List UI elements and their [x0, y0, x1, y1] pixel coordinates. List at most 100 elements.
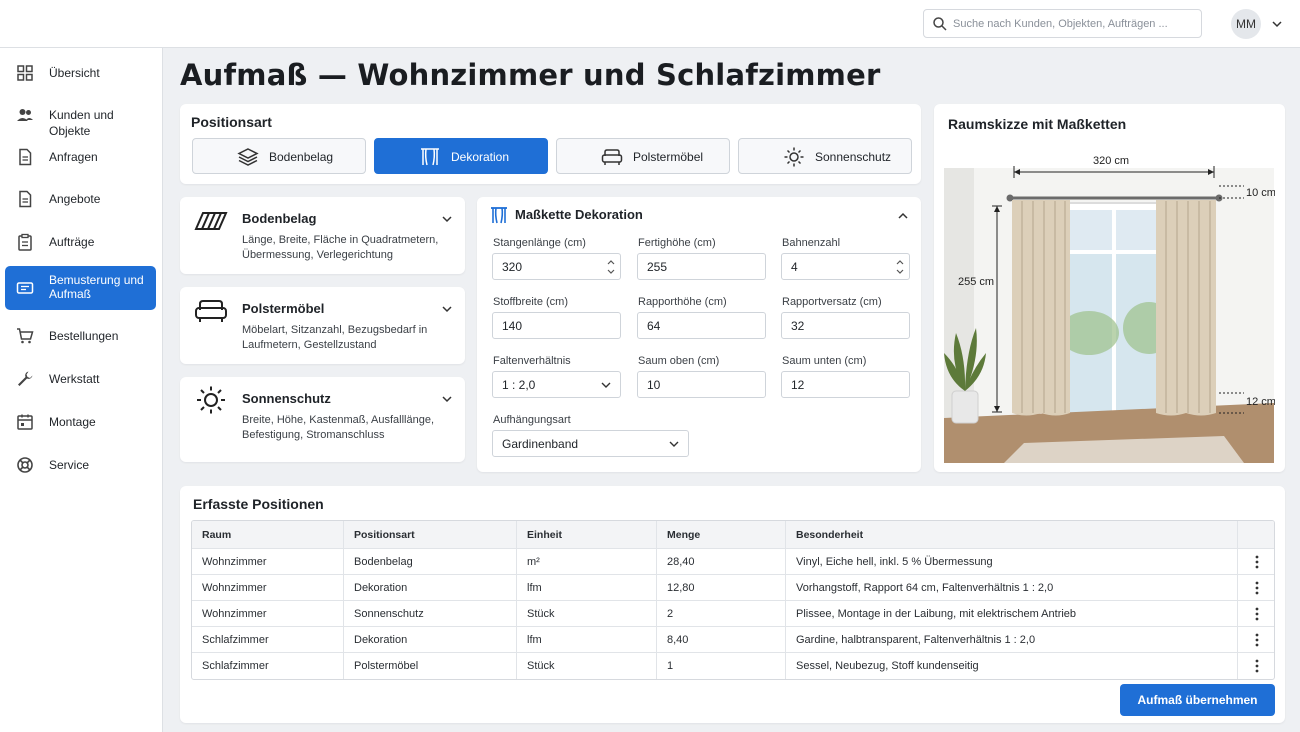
- search-input[interactable]: [953, 15, 1193, 33]
- sidebar-item-label: Bemusterung und Aufmaß: [49, 273, 144, 301]
- field-label: Stoffbreite (cm): [493, 296, 568, 308]
- table-cell: Schlafzimmer: [192, 653, 344, 679]
- plant-pot: [951, 390, 979, 424]
- category-title: Sonnenschutz: [242, 391, 331, 406]
- column-header[interactable]: Einheit: [517, 521, 657, 548]
- field-value: 32: [791, 319, 805, 333]
- grid-icon: [17, 65, 33, 81]
- dim-top-label: 10 cm: [1246, 187, 1275, 199]
- chevron-down-icon[interactable]: [440, 212, 454, 226]
- sidebar-item-uebersicht[interactable]: Übersicht: [5, 52, 156, 94]
- sun-icon: [784, 147, 804, 167]
- floor-icon: [194, 212, 228, 230]
- sidebar-item-auftraege[interactable]: Aufträge: [5, 221, 156, 263]
- field-value: 320: [502, 260, 523, 274]
- sidebar-item-label: Aufträge: [49, 235, 95, 249]
- sidebar-item-bemusterung[interactable]: Bemusterung und Aufmaß: [5, 266, 156, 310]
- category-sonnenschutz[interactable]: Sonnenschutz Breite, Höhe, Kastenmaß, Au…: [180, 377, 465, 462]
- sofa-icon: [601, 149, 623, 165]
- category-title: Bodenbelag: [242, 211, 317, 226]
- stoffbreite-input[interactable]: 140: [492, 312, 621, 339]
- sidebar-item-anfragen[interactable]: Anfragen: [5, 136, 156, 178]
- kebab-menu-icon: [1255, 581, 1259, 595]
- table-cell: 12,80: [657, 575, 786, 600]
- table-cell: 28,40: [657, 549, 786, 574]
- row-menu-button[interactable]: [1238, 549, 1274, 574]
- sidebar-item-angebote[interactable]: Angebote: [5, 178, 156, 220]
- positionsart-polstermoebel-button[interactable]: Polstermöbel: [556, 138, 730, 174]
- raumskizze-panel: Raumskizze mit Maßketten 320 cm 255 cm 1…: [934, 104, 1285, 472]
- sidebar-item-werkstatt[interactable]: Werkstatt: [5, 358, 156, 400]
- table-row[interactable]: Wohnzimmer Bodenbelag m² 28,40 Vinyl, Ei…: [192, 549, 1274, 575]
- table-cell: lfm: [517, 627, 657, 652]
- row-menu-button[interactable]: [1238, 627, 1274, 652]
- table-row[interactable]: Wohnzimmer Dekoration lfm 12,80 Vorhangs…: [192, 575, 1274, 601]
- aufhaengungsart-select[interactable]: Gardinenband: [492, 430, 689, 457]
- chevron-down-icon[interactable]: [440, 302, 454, 316]
- table-cell: Schlafzimmer: [192, 627, 344, 652]
- category-polstermoebel[interactable]: Polstermöbel Möbelart, Sitzanzahl, Bezug…: [180, 287, 465, 364]
- faltenverhaeltnis-select[interactable]: 1 : 2,0: [492, 371, 621, 398]
- table-row[interactable]: Wohnzimmer Sonnenschutz Stück 2 Plissee,…: [192, 601, 1274, 627]
- fertighoehe-input[interactable]: 255: [637, 253, 766, 280]
- calendar-icon: [17, 414, 33, 430]
- rapportversatz-input[interactable]: 32: [781, 312, 910, 339]
- bahnenzahl-input[interactable]: 4: [781, 253, 910, 280]
- field-value: 140: [502, 319, 523, 333]
- table-cell: Dekoration: [344, 575, 517, 600]
- row-menu-button[interactable]: [1238, 653, 1274, 679]
- positionen-title: Erfasste Positionen: [193, 496, 324, 512]
- positionsart-button-label: Sonnenschutz: [815, 150, 892, 164]
- positionsart-sonnenschutz-button[interactable]: Sonnenschutz: [738, 138, 912, 174]
- field-label: Rapporthöhe (cm): [638, 296, 727, 308]
- saum-oben-input[interactable]: 10: [637, 371, 766, 398]
- aufmass-uebernehmen-button[interactable]: Aufmaß übernehmen: [1120, 684, 1275, 716]
- chevron-up-icon[interactable]: [896, 209, 910, 223]
- masskette-title: Maßkette Dekoration: [515, 207, 643, 222]
- field-label: Saum oben (cm): [638, 355, 720, 367]
- sidebar-item-bestellungen[interactable]: Bestellungen: [5, 315, 156, 357]
- sun-icon: [197, 386, 225, 414]
- table-cell: Wohnzimmer: [192, 575, 344, 600]
- column-header[interactable]: Menge: [657, 521, 786, 548]
- row-menu-button[interactable]: [1238, 575, 1274, 600]
- sidebar-item-label: Service: [49, 458, 90, 472]
- rapporthoehe-input[interactable]: 64: [637, 312, 766, 339]
- raumskizze-title: Raumskizze mit Maßketten: [948, 116, 1127, 132]
- column-header[interactable]: Besonderheit: [786, 521, 1238, 548]
- row-menu-button[interactable]: [1238, 601, 1274, 626]
- kebab-menu-icon: [1255, 659, 1259, 673]
- field-label: Bahnenzahl: [782, 237, 841, 249]
- positionsart-dekoration-button[interactable]: Dekoration: [374, 138, 548, 174]
- chevron-down-icon[interactable]: [1270, 17, 1284, 31]
- table-row[interactable]: Schlafzimmer Polstermöbel Stück 1 Sessel…: [192, 653, 1274, 679]
- sidebar-item-kunden[interactable]: Kunden und Objekte: [5, 94, 156, 138]
- table-cell: 2: [657, 601, 786, 626]
- sidebar-item-label: Montage: [49, 415, 96, 429]
- table-cell: Polstermöbel: [344, 653, 517, 679]
- table-header-row: Raum Positionsart Einheit Menge Besonder…: [192, 521, 1274, 549]
- sidebar-item-service[interactable]: Service: [5, 444, 156, 486]
- sidebar-item-label: Bestellungen: [49, 329, 119, 343]
- positionsart-bodenbelag-button[interactable]: Bodenbelag: [192, 138, 366, 174]
- field-value: 10: [647, 378, 661, 392]
- kebab-menu-icon: [1255, 633, 1259, 647]
- stangenlaenge-input[interactable]: 320: [492, 253, 621, 280]
- chevron-down-icon[interactable]: [440, 392, 454, 406]
- spinner-icon[interactable]: [896, 257, 904, 277]
- column-header[interactable]: Positionsart: [344, 521, 517, 548]
- spinner-icon[interactable]: [607, 257, 615, 277]
- clipboard-icon: [18, 233, 32, 251]
- table-cell: m²: [517, 549, 657, 574]
- table-cell: 8,40: [657, 627, 786, 652]
- swatch-icon: [16, 282, 34, 294]
- avatar[interactable]: MM: [1231, 9, 1261, 39]
- search-box[interactable]: [923, 9, 1202, 38]
- curtain-icon: [421, 148, 439, 166]
- category-bodenbelag[interactable]: Bodenbelag Länge, Breite, Fläche in Quad…: [180, 197, 465, 274]
- column-header[interactable]: Raum: [192, 521, 344, 548]
- field-label: Stangenlänge (cm): [493, 237, 586, 249]
- table-row[interactable]: Schlafzimmer Dekoration lfm 8,40 Gardine…: [192, 627, 1274, 653]
- sidebar-item-montage[interactable]: Montage: [5, 401, 156, 443]
- saum-unten-input[interactable]: 12: [781, 371, 910, 398]
